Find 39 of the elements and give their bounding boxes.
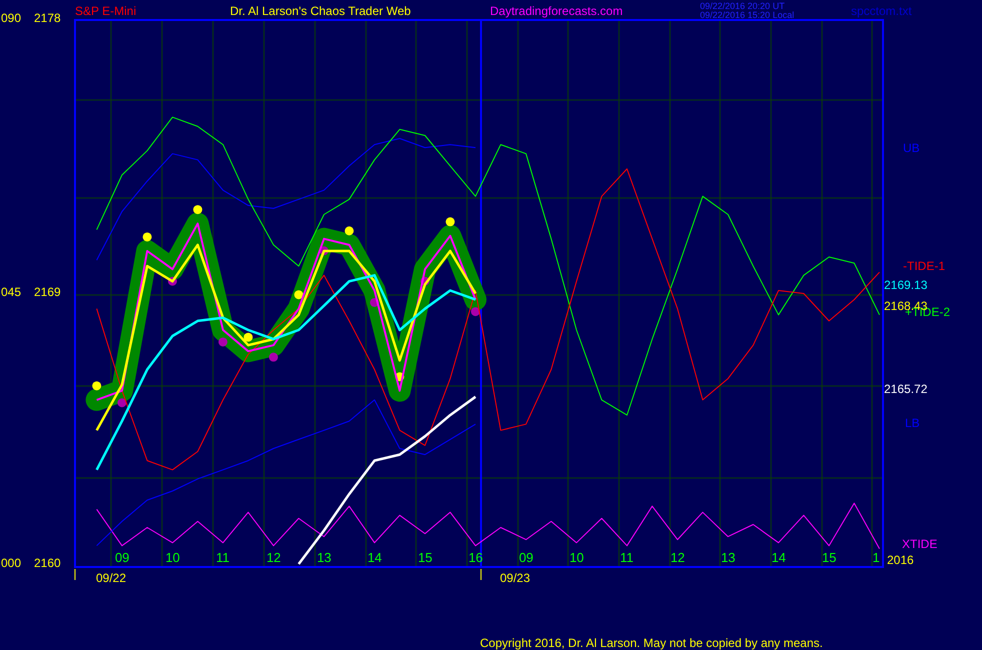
axis-price-label: 2160: [34, 556, 61, 570]
timestamp-local: 09/22/2016 15:20 Local: [700, 10, 794, 20]
chart-title: Dr. Al Larson's Chaos Trader Web: [230, 4, 411, 18]
axis-percent-label: 045: [1, 284, 22, 298]
date-label: 09/23: [500, 571, 530, 585]
hour-label: 15: [418, 551, 432, 565]
hour-label: 1: [872, 551, 880, 565]
series-label: LB: [905, 416, 920, 430]
site-link[interactable]: Daytradingforecasts.com: [490, 4, 623, 18]
price-reading: 2165.72: [884, 382, 928, 396]
copyright-notice: Copyright 2016, Dr. Al Larson. May not be copied by any means.: [480, 636, 823, 650]
axis-percent-label: 000: [1, 556, 22, 570]
hour-label: 11: [216, 551, 230, 565]
axis-price-label: 2178: [34, 11, 61, 25]
series-label: XTIDE: [902, 537, 938, 551]
hour-label: 12: [670, 551, 685, 565]
hour-label: 14: [771, 551, 786, 565]
hour-label: 15: [822, 551, 836, 565]
hour-label: 09: [518, 551, 534, 565]
series-label: -TIDE-1: [903, 259, 945, 273]
price-reading: 2169.13: [884, 278, 928, 292]
hour-label: 13: [316, 551, 332, 565]
timestamp-ut: 09/22/2016 20:20 UT: [700, 1, 785, 11]
file-name: spcctom.txt: [851, 4, 912, 18]
hour-label: 09: [114, 551, 130, 565]
hour-label: 10: [569, 551, 584, 565]
axis-price-label: 2169: [34, 284, 61, 298]
hour-label: 13: [720, 551, 736, 565]
series-label: UB: [903, 141, 920, 155]
hour-label: 11: [620, 551, 634, 565]
date-label: 09/22: [96, 571, 126, 585]
axis-percent-label: 090: [1, 11, 22, 25]
hour-label: 10: [165, 551, 180, 565]
hour-label: 12: [266, 551, 281, 565]
day-tick: [480, 568, 482, 580]
day-tick: [74, 568, 76, 580]
year-label: 2016: [887, 553, 914, 567]
instrument-name: S&P E-Mini: [75, 4, 136, 18]
hour-label: 14: [367, 551, 382, 565]
